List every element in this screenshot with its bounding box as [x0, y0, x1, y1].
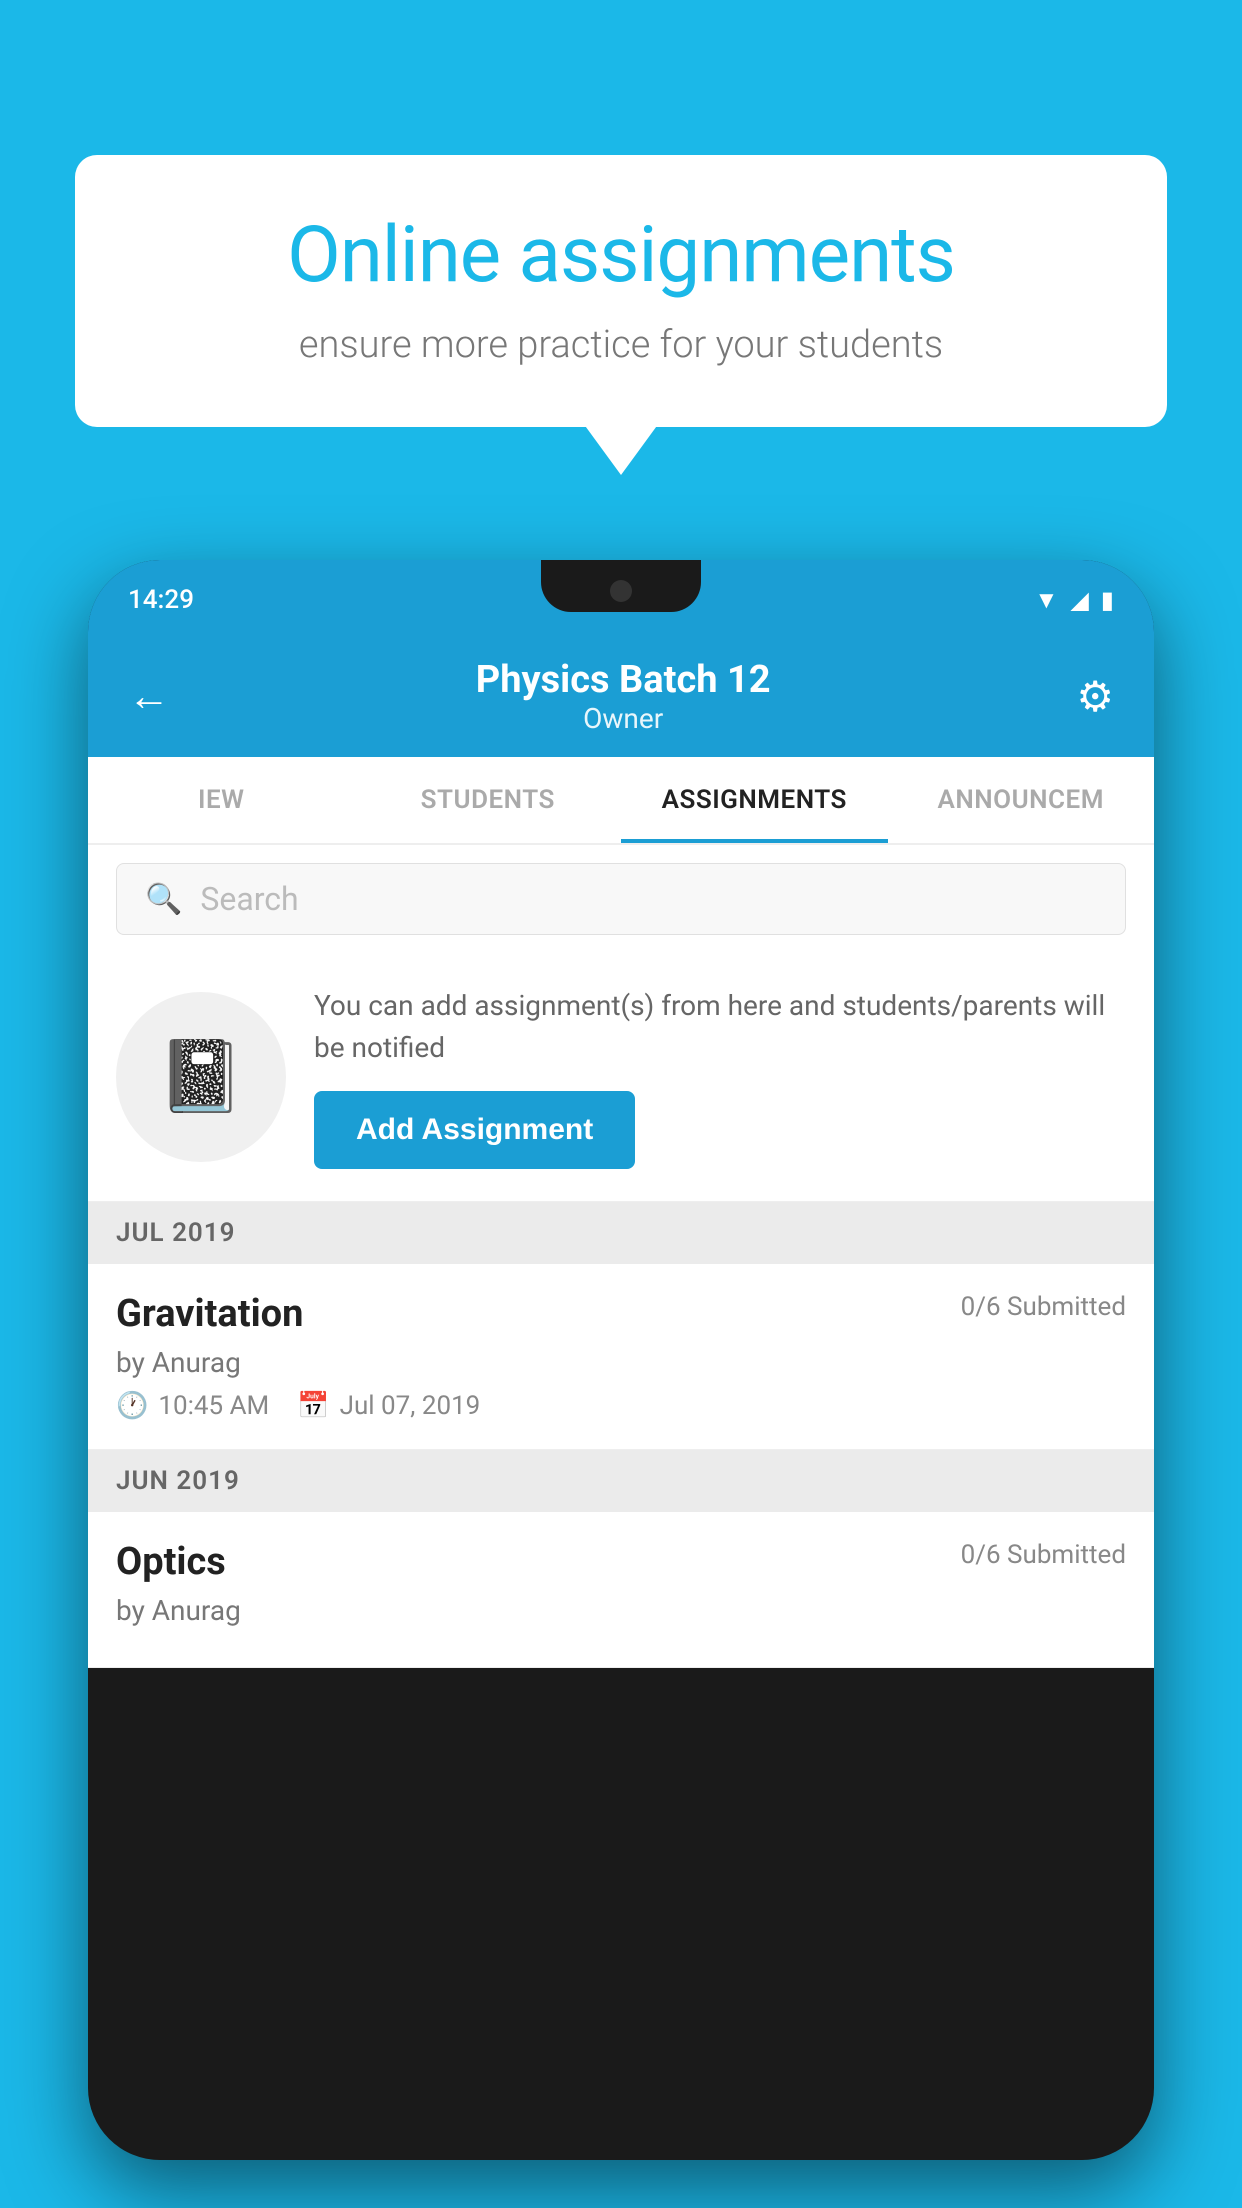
add-assignment-promo: 📓 You can add assignment(s) from here an…: [88, 953, 1154, 1202]
assignment-title-gravitation: Gravitation: [116, 1292, 303, 1336]
wifi-icon: ▼: [1035, 586, 1059, 615]
clock-icon: 🕐: [116, 1391, 148, 1421]
notebook-icon: 📓: [157, 1036, 244, 1118]
status-icons: ▼ ◢ ▮: [1035, 586, 1114, 615]
search-bar[interactable]: 🔍 Search: [116, 863, 1126, 935]
tab-iew[interactable]: IEW: [88, 757, 355, 843]
assignment-title-optics: Optics: [116, 1540, 226, 1584]
promo-icon-circle: 📓: [116, 992, 286, 1162]
search-bar-container: 🔍 Search: [88, 845, 1154, 953]
speech-bubble-container: Online assignments ensure more practice …: [75, 155, 1167, 427]
assignment-meta-gravitation: 🕐 10:45 AM 📅 Jul 07, 2019: [116, 1391, 1126, 1421]
status-bar: 14:29 ▼ ◢ ▮: [88, 560, 1154, 640]
assignment-item-optics[interactable]: Optics 0/6 Submitted by Anurag: [88, 1512, 1154, 1668]
assignment-submitted-gravitation: 0/6 Submitted: [961, 1292, 1126, 1322]
tab-students[interactable]: STUDENTS: [355, 757, 622, 843]
header-title-group: Physics Batch 12 Owner: [476, 658, 771, 735]
speech-bubble: Online assignments ensure more practice …: [75, 155, 1167, 427]
header-subtitle: Owner: [476, 702, 771, 735]
back-button[interactable]: ←: [128, 672, 170, 721]
promo-content: You can add assignment(s) from here and …: [314, 985, 1126, 1169]
speech-bubble-title: Online assignments: [145, 210, 1097, 301]
assignment-time-value: 10:45 AM: [158, 1391, 269, 1421]
tab-assignments[interactable]: ASSIGNMENTS: [621, 757, 888, 843]
calendar-icon: 📅: [297, 1391, 329, 1421]
add-assignment-button[interactable]: Add Assignment: [314, 1091, 635, 1169]
search-placeholder: Search: [200, 880, 298, 918]
battery-icon: ▮: [1101, 586, 1114, 614]
assignment-by-gravitation: by Anurag: [116, 1346, 1126, 1379]
status-time: 14:29: [128, 585, 194, 615]
signal-icon: ◢: [1070, 586, 1088, 614]
assignment-top-row: Gravitation 0/6 Submitted: [116, 1292, 1126, 1336]
settings-icon[interactable]: ⚙: [1076, 672, 1114, 722]
assignment-date-gravitation: 📅 Jul 07, 2019: [297, 1391, 480, 1421]
section-header-jul: JUL 2019: [88, 1202, 1154, 1264]
app-header: ← Physics Batch 12 Owner ⚙: [88, 640, 1154, 757]
assignment-time-gravitation: 🕐 10:45 AM: [116, 1391, 269, 1421]
speech-bubble-subtitle: ensure more practice for your students: [145, 323, 1097, 367]
phone-device: 14:29 ▼ ◢ ▮ ← Physics Batch 12 Owner ⚙ I…: [88, 560, 1154, 2160]
header-title: Physics Batch 12: [476, 658, 771, 702]
assignment-top-row-optics: Optics 0/6 Submitted: [116, 1540, 1126, 1584]
tab-announcements[interactable]: ANNOUNCEM: [888, 757, 1155, 843]
search-icon: 🔍: [145, 882, 182, 917]
phone-notch: [541, 560, 701, 612]
camera-notch: [610, 580, 632, 602]
section-header-jun: JUN 2019: [88, 1450, 1154, 1512]
promo-description: You can add assignment(s) from here and …: [314, 985, 1126, 1069]
assignment-by-optics: by Anurag: [116, 1594, 1126, 1627]
phone-wrapper: 14:29 ▼ ◢ ▮ ← Physics Batch 12 Owner ⚙ I…: [88, 560, 1154, 2208]
tabs-container: IEW STUDENTS ASSIGNMENTS ANNOUNCEM: [88, 757, 1154, 845]
assignment-item-gravitation[interactable]: Gravitation 0/6 Submitted by Anurag 🕐 10…: [88, 1264, 1154, 1450]
assignment-submitted-optics: 0/6 Submitted: [961, 1540, 1126, 1570]
assignment-date-value: Jul 07, 2019: [340, 1391, 481, 1421]
